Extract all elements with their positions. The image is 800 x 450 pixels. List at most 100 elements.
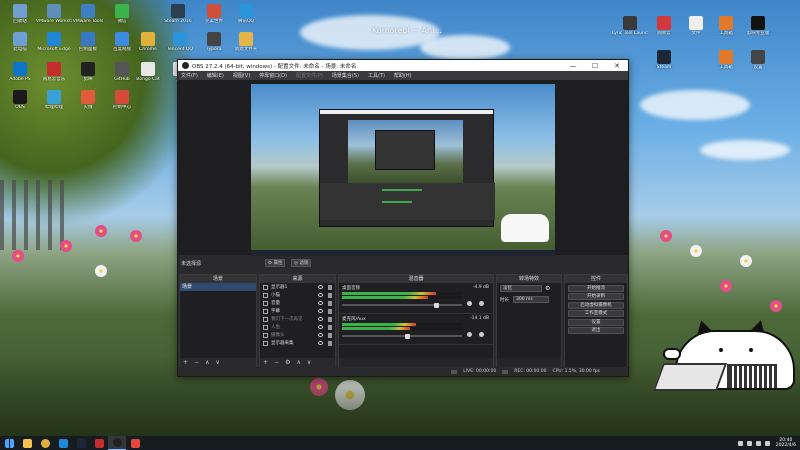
add-scene-icon[interactable]: + — [183, 358, 188, 367]
tray-chevron-icon[interactable] — [737, 440, 743, 446]
desktop-icon[interactable]: 回收站 — [2, 4, 38, 25]
desktop-icon[interactable]: Chrome — [130, 32, 166, 53]
volume-slider-knob[interactable] — [434, 302, 439, 308]
desktop-icon[interactable]: VMware Workstation — [36, 4, 72, 25]
source-item[interactable]: 显示器1 — [260, 283, 335, 291]
menu-help[interactable]: 帮助(H) — [394, 72, 412, 79]
source-item[interactable]: 人鱼 — [260, 323, 335, 331]
speaker-icon[interactable] — [467, 332, 472, 337]
taskbar-app[interactable] — [90, 436, 108, 450]
transition-settings-icon[interactable]: ⚙ — [545, 285, 550, 292]
taskbar-app[interactable] — [54, 436, 72, 450]
desktop-icon[interactable]: 控制中心 — [104, 90, 140, 111]
desktop-icon[interactable]: OBS — [2, 90, 38, 111]
menu-file[interactable]: 文件(F) — [181, 72, 198, 79]
visibility-eye-icon[interactable] — [318, 292, 323, 297]
source-settings-icon[interactable]: ⚙ — [285, 358, 290, 367]
desktop-icon[interactable]: 火绒 — [70, 90, 106, 111]
start-button[interactable] — [0, 436, 18, 450]
remove-scene-icon[interactable]: − — [194, 358, 199, 367]
start-virtual-camera-button[interactable]: 启动虚拟摄像机 — [568, 301, 624, 309]
desktop-icon[interactable]: 腾讯QQ — [228, 4, 264, 25]
lock-icon[interactable] — [328, 332, 332, 338]
desktop-icon[interactable]: Bongo Cat — [130, 62, 166, 83]
lock-icon[interactable] — [328, 316, 332, 322]
filters-button[interactable]: ◎ 滤镜 — [291, 259, 312, 267]
desktop-icon[interactable]: 完美世界 — [196, 4, 232, 25]
desktop-icon[interactable]: 新建文件夹 — [228, 32, 264, 53]
speaker-icon[interactable] — [467, 301, 472, 306]
desktop-icon[interactable]: 网易云音乐 — [36, 62, 72, 83]
desktop-icon[interactable]: 微信 — [104, 4, 140, 25]
source-item[interactable]: 显示器采集 — [260, 339, 335, 347]
duration-input[interactable]: 300 ms — [513, 296, 549, 303]
input-method-icon[interactable] — [764, 440, 770, 446]
menu-profile[interactable]: 配置文件(P) — [296, 72, 323, 79]
desktop-icon[interactable]: Tencent QQ — [162, 32, 198, 53]
desktop-icon[interactable]: 此电脑 — [2, 32, 38, 53]
desktop-icon[interactable]: 剪映 — [70, 62, 106, 83]
source-item[interactable]: 字幕 — [260, 307, 335, 315]
volume-icon[interactable] — [755, 440, 761, 446]
visibility-eye-icon[interactable] — [318, 300, 323, 305]
desktop-icon[interactable]: Typora — [196, 32, 232, 53]
visibility-eye-icon[interactable] — [318, 284, 323, 289]
move-down-icon[interactable]: ∨ — [215, 358, 219, 367]
visibility-eye-icon[interactable] — [318, 308, 323, 313]
taskbar-app[interactable] — [36, 436, 54, 450]
close-button[interactable]: ✕ — [606, 60, 628, 71]
lock-icon[interactable] — [328, 340, 332, 346]
taskbar-app[interactable] — [126, 436, 144, 450]
desktop-icon[interactable]: Lyric Tool Launcher — [612, 16, 648, 37]
start-streaming-button[interactable]: 开始推流 — [568, 284, 624, 292]
volume-slider-knob[interactable] — [405, 333, 411, 339]
minimize-button[interactable]: — — [562, 60, 584, 71]
menu-tools[interactable]: 工具(T) — [368, 72, 385, 79]
clock[interactable]: 20:40 2022/4/6 — [776, 438, 796, 448]
network-icon[interactable] — [746, 440, 752, 446]
window-titlebar[interactable]: OBS 27.2.4 (64-bit, windows) - 配置文件: 未命名… — [178, 60, 628, 71]
move-up-icon[interactable]: ∧ — [205, 358, 209, 367]
lock-icon[interactable] — [328, 324, 332, 330]
desktop-icon[interactable]: 剪映专业版 — [740, 16, 776, 37]
taskbar-app[interactable] — [72, 436, 90, 450]
remove-source-icon[interactable]: − — [274, 358, 279, 367]
gear-icon[interactable] — [479, 332, 484, 337]
visibility-eye-icon[interactable] — [318, 340, 323, 345]
desktop-icon[interactable]: 控制面板 — [70, 32, 106, 53]
menu-view[interactable]: 视图(V) — [233, 72, 250, 79]
studio-mode-button[interactable]: 工作室模式 — [568, 310, 624, 317]
scene-item[interactable]: 场景 — [180, 283, 256, 291]
lock-icon[interactable] — [328, 308, 332, 314]
taskbar-app[interactable] — [108, 436, 126, 450]
visibility-eye-icon[interactable] — [318, 332, 323, 337]
volume-slider[interactable] — [342, 333, 462, 339]
desktop-icon[interactable]: 工具箱 — [708, 16, 744, 37]
menu-scene-collection[interactable]: 场景集合(S) — [332, 72, 359, 79]
gear-icon[interactable] — [479, 301, 484, 306]
desktop-icon[interactable]: 哔哩哔哩 — [36, 90, 72, 111]
lock-icon[interactable] — [328, 284, 332, 290]
desktop-icon[interactable]: 设置 — [740, 50, 776, 71]
visibility-eye-icon[interactable] — [318, 316, 323, 321]
exit-button[interactable]: 退出 — [568, 327, 624, 334]
maximize-button[interactable]: ☐ — [584, 60, 606, 71]
add-source-icon[interactable]: + — [263, 358, 268, 367]
transition-select[interactable]: 淡化 — [500, 285, 542, 292]
visibility-eye-icon[interactable] — [318, 324, 323, 329]
lock-icon[interactable] — [328, 300, 332, 306]
source-item[interactable]: 摄像头 — [260, 331, 335, 339]
desktop-icon[interactable]: 工具箱 — [708, 50, 744, 71]
taskbar-app[interactable] — [18, 436, 36, 450]
properties-button[interactable]: ⚙ 属性 — [265, 259, 286, 267]
move-down-icon[interactable]: ∨ — [307, 358, 311, 367]
source-item[interactable]: 音量 — [260, 299, 335, 307]
desktop-icon[interactable]: Steam — [646, 50, 682, 71]
start-recording-button[interactable]: 开始录制 — [568, 293, 624, 300]
desktop-icon[interactable]: Steam 2016 — [160, 4, 196, 25]
menu-edit[interactable]: 编辑(E) — [207, 72, 224, 79]
move-up-icon[interactable]: ∧ — [296, 358, 300, 367]
volume-slider[interactable] — [342, 302, 462, 308]
desktop-icon[interactable]: Microsoft Edge — [36, 32, 72, 53]
menu-docks[interactable]: 停靠窗口(D) — [259, 72, 287, 79]
